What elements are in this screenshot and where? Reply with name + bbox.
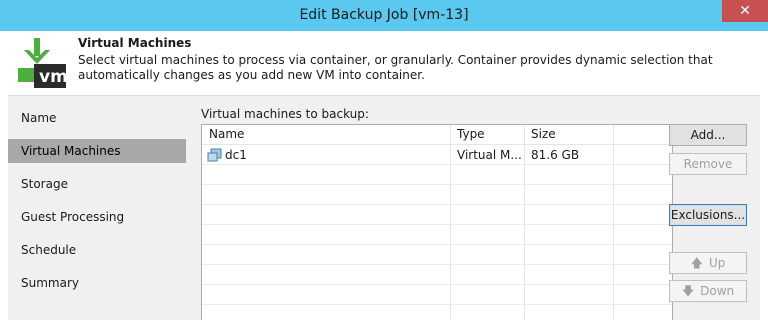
vm-size: 81.6 GB	[531, 148, 580, 162]
step-summary[interactable]: Summary	[8, 271, 186, 295]
column-header-name[interactable]: Name	[209, 127, 244, 141]
vm-name: dc1	[225, 148, 247, 162]
up-label: Up	[708, 256, 726, 270]
column-header-type[interactable]: Type	[457, 127, 485, 141]
close-button[interactable]: ✕	[722, 0, 768, 22]
main-panel: Virtual machines to backup: Name Type Si…	[188, 96, 760, 320]
step-guest-processing[interactable]: Guest Processing	[8, 205, 186, 229]
page-title: Virtual Machines	[78, 36, 192, 50]
title-bar: Edit Backup Job [vm-13] ✕	[0, 0, 768, 31]
down-label: Down	[700, 284, 735, 298]
table-row-empty	[202, 185, 672, 205]
vm-folder-icon	[207, 148, 222, 162]
step-name[interactable]: Name	[8, 106, 186, 130]
add-button[interactable]: Add...	[669, 124, 747, 146]
table-row-empty	[202, 265, 672, 285]
down-button[interactable]: 🡇 Down	[669, 280, 747, 302]
list-header: Name Type Size	[202, 125, 672, 145]
exclusions-button[interactable]: Exclusions...	[669, 204, 747, 226]
wizard-steps: Name Virtual Machines Storage Guest Proc…	[8, 96, 188, 320]
table-row-empty	[202, 285, 672, 305]
table-row[interactable]: dc1 Virtual M... 81.6 GB	[202, 145, 672, 165]
vm-icon-text: vm	[39, 67, 68, 87]
column-header-size[interactable]: Size	[531, 127, 556, 141]
page-header: vm Virtual Machines Select virtual machi…	[8, 31, 760, 95]
arrow-down-icon: 🡇	[681, 284, 695, 298]
vm-type: Virtual M...	[457, 148, 522, 162]
up-button[interactable]: 🡅 Up	[669, 252, 747, 274]
vm-list[interactable]: Name Type Size dc1 Virtual M... 81.6 GB	[201, 124, 673, 320]
vm-list-label: Virtual machines to backup:	[201, 107, 369, 121]
window-title: Edit Backup Job [vm-13]	[299, 7, 469, 23]
step-virtual-machines[interactable]: Virtual Machines	[8, 139, 186, 163]
step-schedule[interactable]: Schedule	[8, 238, 186, 262]
page-description: Select virtual machines to process via c…	[78, 53, 713, 82]
step-storage[interactable]: Storage	[8, 172, 186, 196]
table-row-empty	[202, 165, 672, 185]
table-row-empty	[202, 245, 672, 265]
table-row-empty	[202, 205, 672, 225]
arrow-up-icon: 🡅	[690, 256, 703, 270]
remove-button[interactable]: Remove	[669, 153, 747, 175]
table-row-empty	[202, 225, 672, 245]
